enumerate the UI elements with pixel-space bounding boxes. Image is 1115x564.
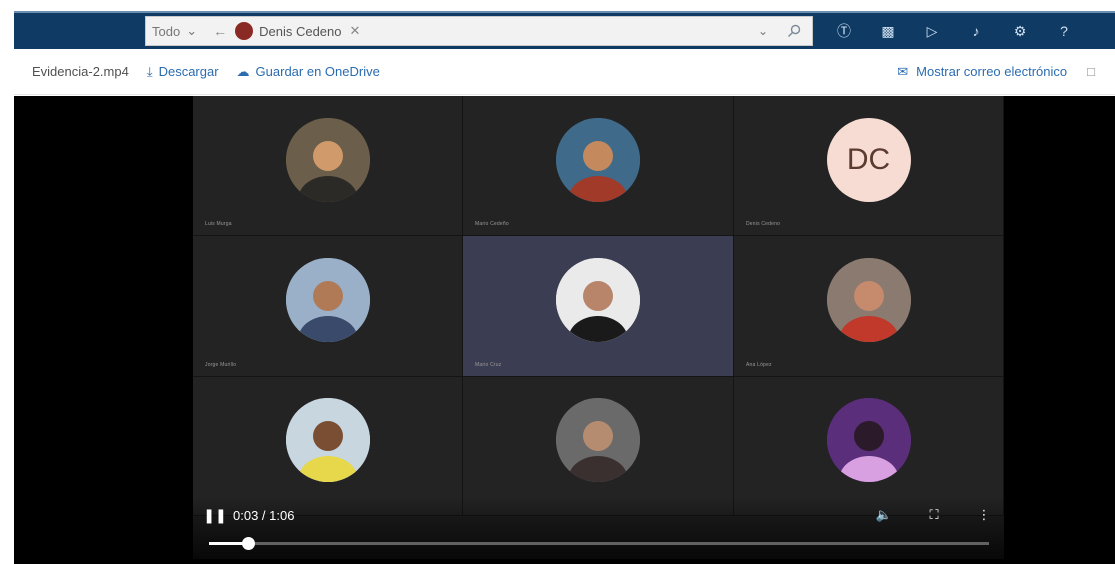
search-scope-label: Todo xyxy=(152,23,181,39)
participant-avatar xyxy=(826,258,911,342)
save-onedrive-label: Guardar en OneDrive xyxy=(255,64,380,79)
portrait-icon xyxy=(826,258,911,342)
calendar-icon[interactable]: ▩ xyxy=(866,16,910,46)
megaphone-icon[interactable]: ▷ xyxy=(910,16,954,46)
participant-avatar xyxy=(285,258,370,342)
fullscreen-icon[interactable]: ⛶ xyxy=(926,507,942,523)
time-readout: 0:03 / 1:06 xyxy=(233,507,295,523)
portrait-icon xyxy=(285,398,370,482)
participant-avatar xyxy=(285,117,370,202)
video-stage: Luis Murga Mario Cedeño DC Denis Cedeno Jorg… xyxy=(14,96,1115,564)
header-icons: Ⓣ ▩ ▷ ♪ ⚙ ? xyxy=(822,16,1086,46)
volume-icon[interactable]: 🔈 xyxy=(876,507,892,523)
show-email-button[interactable]: ✉ Mostrar correo electrónico □ xyxy=(897,64,1095,80)
close-icon[interactable]: ✕ xyxy=(350,23,361,39)
download-button[interactable]: ⤓ Descargar xyxy=(147,64,219,80)
participant-tile: Mario Cedeño xyxy=(463,96,734,236)
participant-avatar xyxy=(556,117,640,202)
portrait-icon xyxy=(826,398,911,482)
back-arrow-icon[interactable]: ← xyxy=(213,23,227,39)
person-chip-label: Denis Cedeno xyxy=(259,23,342,39)
top-bar: Todo ⌄ ← Denis Cedeno ✕ ⌄ Ⓣ ▩ ▷ ♪ ⚙ ? xyxy=(0,0,1115,49)
download-icon: ⤓ xyxy=(146,63,153,79)
participant-name: Mario Cruz xyxy=(475,362,502,368)
video-player[interactable]: Luis Murga Mario Cedeño DC Denis Cedeno Jorg… xyxy=(193,96,1004,559)
cloud-icon: ☁ xyxy=(236,63,250,79)
participant-avatar: DC xyxy=(826,117,911,202)
help-icon[interactable]: ? xyxy=(1042,16,1086,46)
search-scope-dropdown[interactable]: Todo ⌄ xyxy=(146,23,203,39)
save-onedrive-button[interactable]: ☁ Guardar en OneDrive xyxy=(237,64,380,80)
download-label: Descargar xyxy=(158,64,219,79)
participant-avatar xyxy=(285,398,370,482)
participant-tile: Jorge Murillo xyxy=(193,236,463,377)
portrait-icon xyxy=(556,117,640,202)
portrait-icon xyxy=(556,258,640,342)
seek-handle[interactable] xyxy=(242,537,255,550)
avatar-initials: DC xyxy=(846,142,891,176)
gear-icon[interactable]: ⚙ xyxy=(998,16,1042,46)
participant-name: Mario Cedeño xyxy=(475,221,509,227)
search-icon[interactable] xyxy=(780,17,808,45)
portrait-icon xyxy=(285,117,370,202)
portrait-icon xyxy=(285,258,370,342)
show-email-label: Mostrar correo electrónico xyxy=(916,64,1068,79)
participant-name: Jorge Murillo xyxy=(205,362,237,368)
participant-name: Luis Murga xyxy=(205,221,232,227)
participant-tile: Luis Murga xyxy=(193,96,463,236)
mail-icon: ✉ xyxy=(897,63,909,79)
player-controls: ❚❚ 0:03 / 1:06 🔈 ⛶ ⋮ xyxy=(203,504,992,526)
skype-icon[interactable]: Ⓣ xyxy=(822,16,866,46)
participant-tile: DC Denis Cedeno xyxy=(734,96,1004,236)
participant-avatar xyxy=(556,398,640,482)
more-options-icon[interactable]: ⋮ xyxy=(976,507,992,523)
chevron-down-icon: ⌄ xyxy=(186,23,198,38)
participant-name: Denis Cedeno xyxy=(746,221,781,227)
participant-tile: Ana López xyxy=(734,236,1004,377)
window-icon[interactable]: □ xyxy=(1087,64,1095,79)
pause-icon[interactable]: ❚❚ xyxy=(203,507,226,523)
participant-name: Ana López xyxy=(746,362,772,368)
participant-avatar xyxy=(826,398,911,482)
seek-bar[interactable] xyxy=(209,537,989,550)
file-toolbar: Evidencia-2.mp4 ⤓ Descargar ☁ Guardar en… xyxy=(14,49,1115,95)
bell-icon[interactable]: ♪ xyxy=(954,16,998,46)
participant-avatar xyxy=(556,258,640,342)
portrait-icon xyxy=(556,398,640,482)
search-box[interactable]: Todo ⌄ ← Denis Cedeno ✕ ⌄ xyxy=(145,16,813,46)
participant-grid: Luis Murga Mario Cedeño DC Denis Cedeno Jorg… xyxy=(193,96,1004,516)
chevron-down-icon[interactable]: ⌄ xyxy=(758,24,768,38)
person-avatar xyxy=(235,22,254,40)
file-name: Evidencia-2.mp4 xyxy=(32,64,129,79)
participant-tile: Mario Cruz xyxy=(463,236,734,377)
